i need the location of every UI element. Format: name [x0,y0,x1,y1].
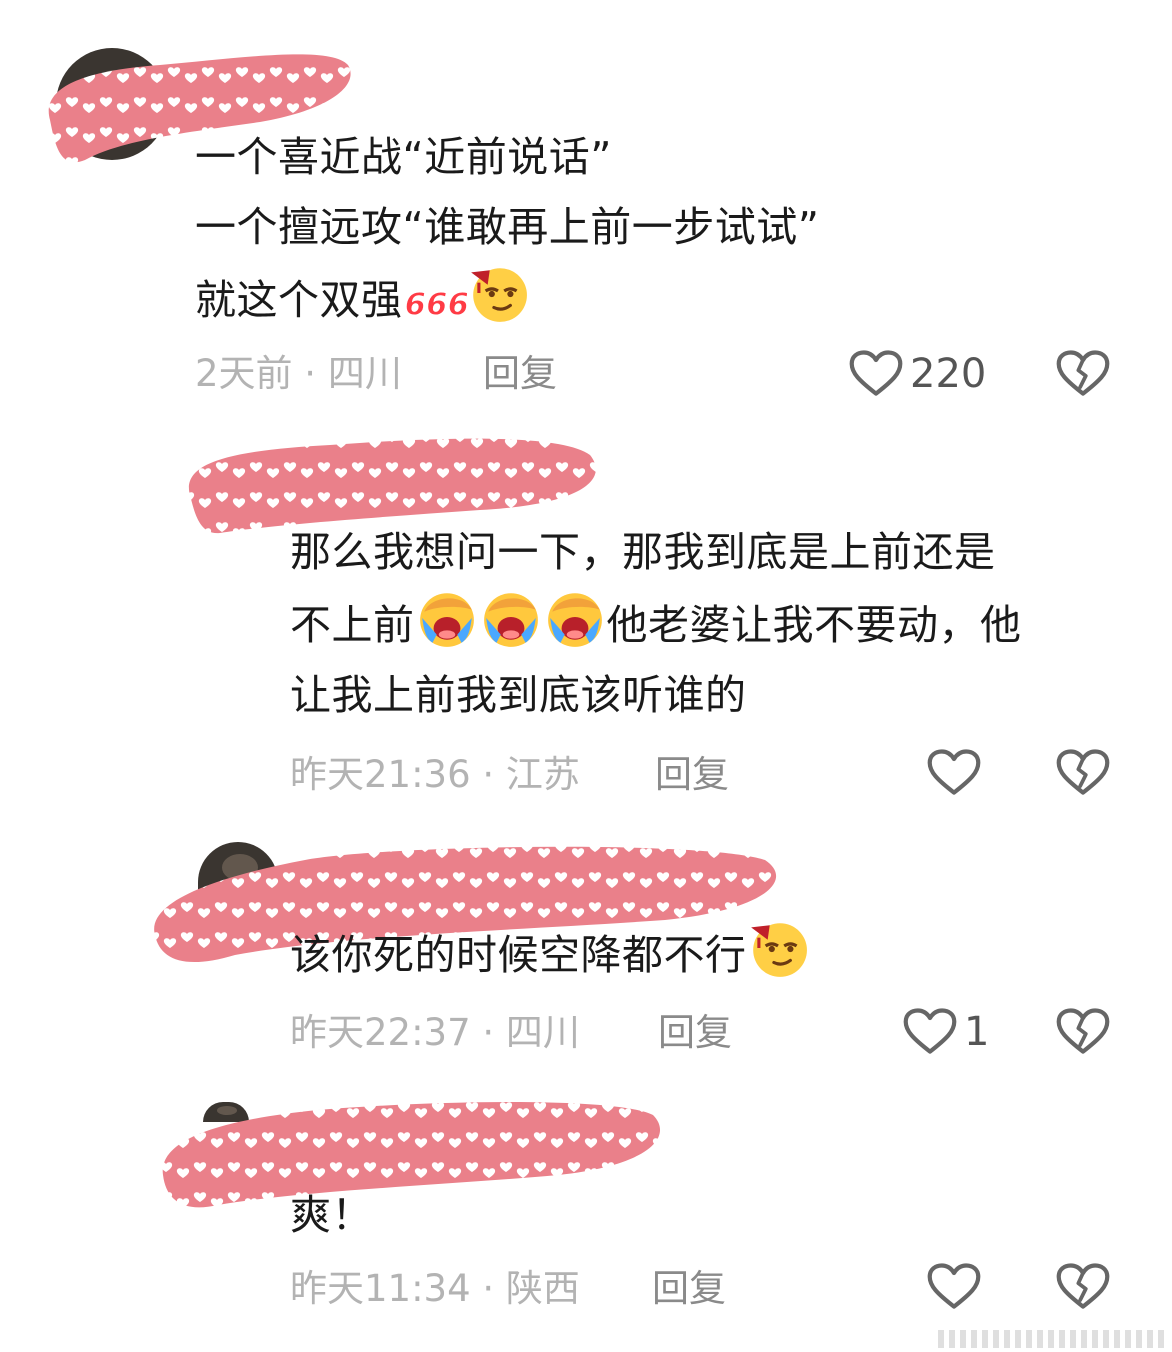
comment-line: 爽！ [290,1191,373,1239]
reply-button[interactable]: 回复 [652,1264,726,1314]
watermark [938,1330,1168,1348]
broken-heart-icon [1055,1262,1111,1312]
heart-icon [926,1262,982,1312]
comment-4: 爽！ 昨天11:34 · 陕西 回复 [0,0,1172,1340]
comment-meta: 昨天11:34 · 陕西 [290,1267,580,1310]
like-button[interactable] [926,1262,982,1312]
dislike-button[interactable] [1055,1262,1111,1312]
comment-text: 爽！ [290,1180,373,1250]
redacted-username [158,1095,668,1220]
